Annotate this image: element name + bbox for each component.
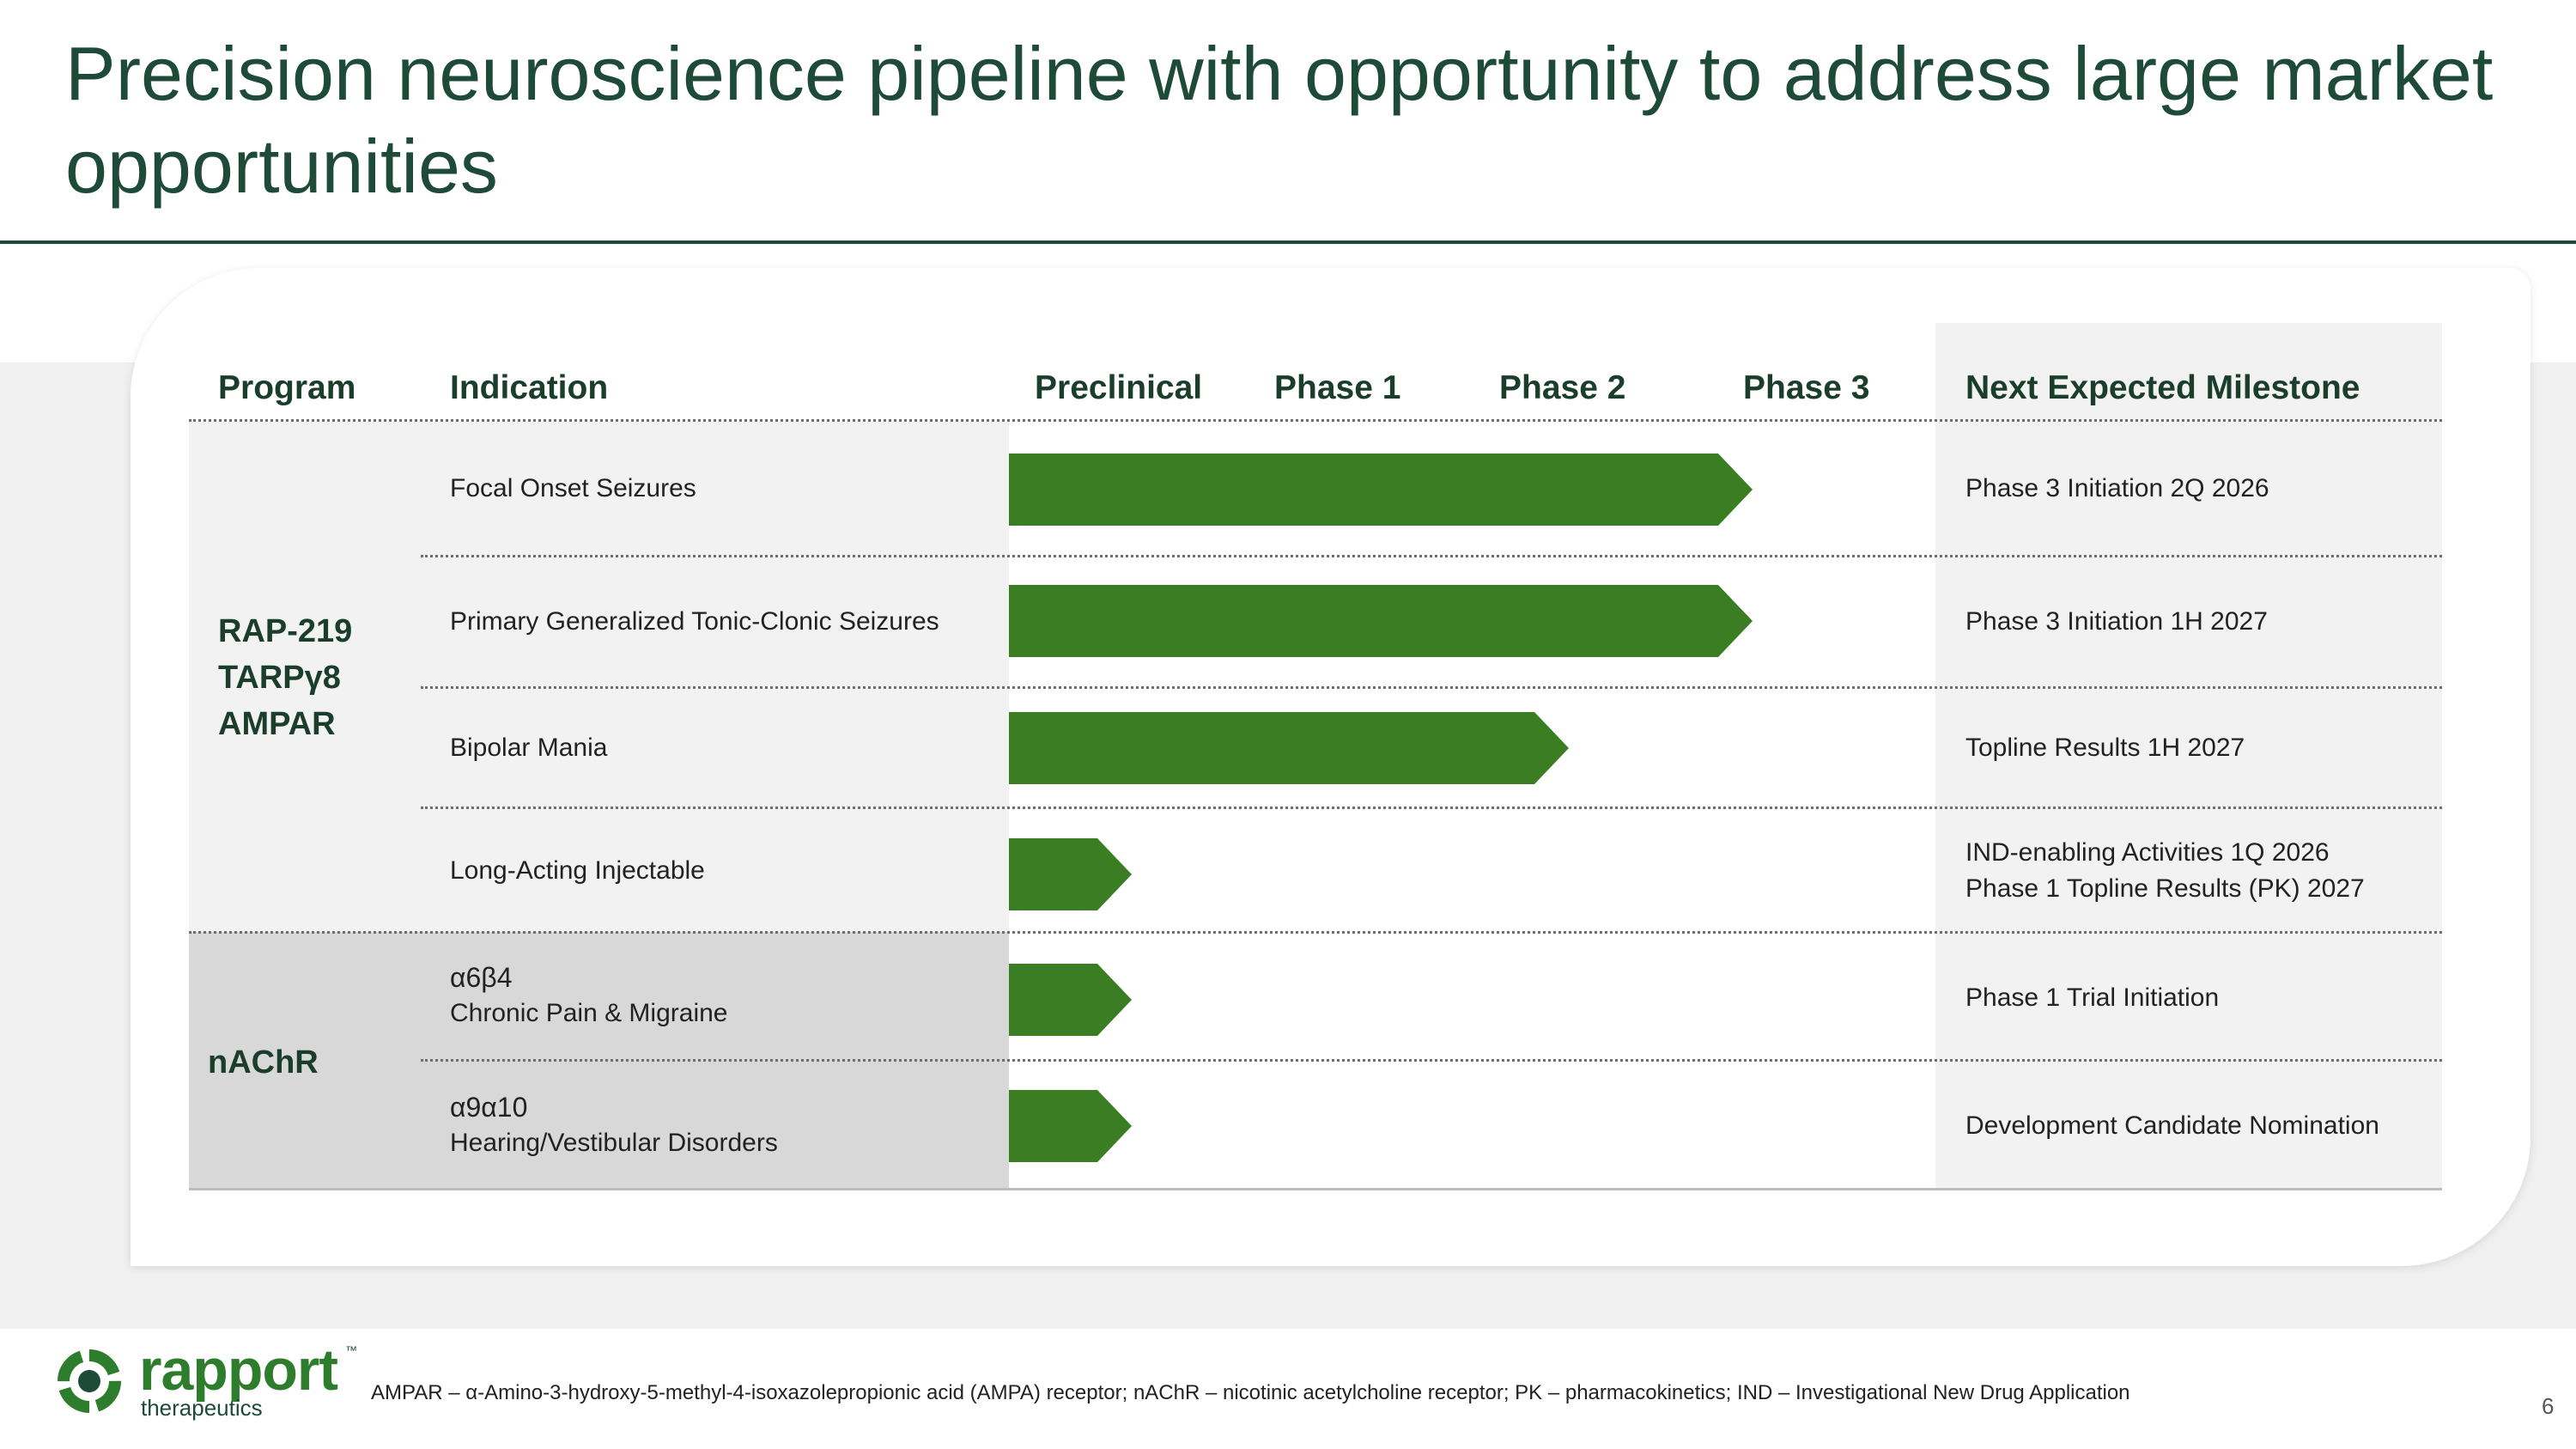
rapport-logo-icon (58, 1349, 121, 1413)
indication-text: Focal Onset Seizures (450, 474, 696, 502)
indication-text: Hearing/Vestibular Disorders (450, 1129, 778, 1157)
program-target: TARPγ8 (218, 660, 341, 696)
header-indication: Indication (450, 369, 609, 406)
header-phase3: Phase 3 (1743, 369, 1870, 406)
milestone-text: IND-enabling Activities 1Q 2026 (1965, 838, 2330, 867)
rapport-logo: rapport ™ therapeutics (48, 1337, 374, 1426)
program-name: RAP-219 (218, 613, 353, 649)
table-bottom-rule (189, 1188, 2442, 1190)
indication-cell: α9α10 Hearing/Vestibular Disorders (450, 1089, 778, 1161)
page-number: 6 (2542, 1393, 2555, 1419)
group-divider (189, 931, 2442, 934)
header-preclinical: Preclinical (1035, 369, 1203, 406)
header-milestone: Next Expected Milestone (1965, 369, 2360, 406)
progress-bar-focal-onset (1009, 454, 1753, 526)
row-divider (421, 1059, 2442, 1062)
program-receptor: AMPAR (218, 706, 336, 742)
program-name: nAChR (208, 1044, 319, 1081)
progress-bar-lai (1009, 838, 1132, 910)
logo-wordmark: rapport (139, 1337, 338, 1403)
page-title: Precision neuroscience pipeline with opp… (65, 31, 2494, 209)
row-divider (421, 555, 2442, 557)
milestone-text: Phase 1 Trial Initiation (1965, 983, 2220, 1012)
header-phase1: Phase 1 (1274, 369, 1401, 406)
progress-bar-bipolar (1009, 712, 1569, 784)
progress-bar-a9a10 (1009, 1090, 1132, 1162)
milestone-text: Development Candidate Nomination (1965, 1111, 2379, 1140)
indication-text: Chronic Pain & Migraine (450, 999, 728, 1027)
milestone-text: Phase 3 Initiation 2Q 2026 (1965, 474, 2269, 502)
indication-text: Primary Generalized Tonic-Clonic Seizure… (450, 607, 939, 636)
milestone-text: Phase 3 Initiation 1H 2027 (1965, 607, 2268, 636)
row-divider (421, 686, 2442, 689)
footnote: AMPAR – α-Amino-3-hydroxy-5-methyl-4-iso… (371, 1381, 2130, 1404)
program-label-rap219: RAP-219 TARPγ8 AMPAR (218, 608, 352, 747)
progress-bar-pgtc (1009, 585, 1753, 657)
indication-cell: α6β4 Chronic Pain & Migraine (450, 959, 727, 1032)
milestone-cell: IND-enabling Activities 1Q 2026 Phase 1 … (1965, 835, 2365, 907)
logo-subtitle: therapeutics (141, 1395, 263, 1421)
header-phase2: Phase 2 (1499, 369, 1626, 406)
progress-bar-a6b4 (1009, 964, 1132, 1036)
indication-subtarget: α6β4 (450, 962, 513, 993)
indication-subtarget: α9α10 (450, 1092, 528, 1123)
indication-text: Bipolar Mania (450, 734, 608, 762)
program-label-nachr: nAChR (208, 1039, 319, 1086)
logo-trademark: ™ (345, 1343, 357, 1357)
milestone-text: Phase 1 Topline Results (PK) 2027 (1965, 874, 2365, 903)
row-divider (421, 807, 2442, 809)
milestone-text: Topline Results 1H 2027 (1965, 734, 2245, 762)
header-divider (189, 419, 2442, 422)
indication-text: Long-Acting Injectable (450, 856, 705, 885)
title-divider (0, 240, 2576, 244)
header-program: Program (218, 369, 356, 406)
